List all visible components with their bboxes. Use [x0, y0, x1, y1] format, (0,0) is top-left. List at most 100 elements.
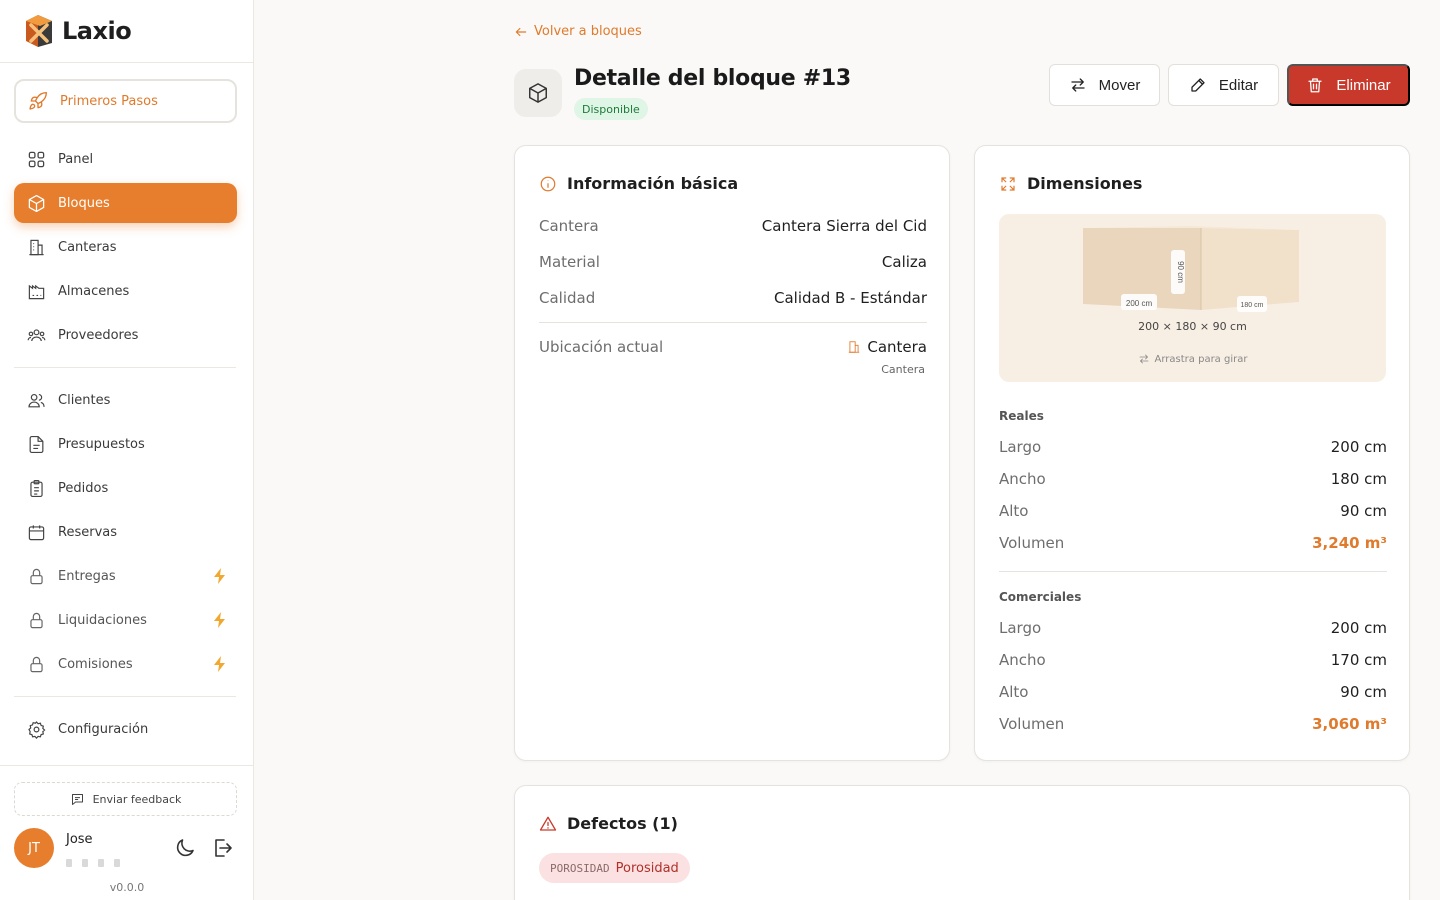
dim-value: 90 cm	[1340, 683, 1387, 701]
dim-label: Volumen	[999, 534, 1065, 552]
sidebar-item-almacenes[interactable]: Almacenes	[14, 271, 237, 311]
location-subtext: Cantera	[881, 363, 925, 376]
grid-icon	[26, 149, 46, 169]
page-title: Detalle del bloque #13	[574, 66, 851, 91]
sidebar-item-label: Canteras	[58, 239, 117, 255]
dim-row-com-volumen: Volumen 3,060 m³	[999, 713, 1387, 735]
sidebar-item-comisiones[interactable]: Comisiones	[14, 644, 237, 684]
dim-label: Largo	[999, 619, 1042, 637]
dim-label: Largo	[999, 438, 1042, 456]
first-steps-button[interactable]: Primeros Pasos	[14, 79, 237, 123]
front-dimension-label: 200 cm	[1126, 299, 1153, 308]
brand-name: Laxio	[62, 17, 132, 45]
drag-hint: Arrastra para girar	[999, 353, 1386, 365]
dimensions-title: Dimensiones	[999, 174, 1142, 193]
sidebar-item-clientes[interactable]: Clientes	[14, 380, 237, 420]
lock-icon	[26, 566, 46, 586]
sidebar-item-reservas[interactable]: Reservas	[14, 512, 237, 552]
bolt-icon	[214, 656, 225, 672]
sidebar-item-pedidos[interactable]: Pedidos	[14, 468, 237, 508]
info-label: Cantera	[539, 217, 599, 235]
sidebar-item-label: Reservas	[58, 524, 117, 540]
avatar[interactable]: JT	[14, 828, 54, 868]
divider	[539, 322, 927, 323]
users-group-icon	[26, 325, 46, 345]
sidebar-item-panel[interactable]: Panel	[14, 139, 237, 179]
dim-value: 200 cm	[1330, 438, 1387, 456]
sidebar-divider	[14, 696, 236, 697]
block-icon	[514, 69, 562, 117]
sidebar-item-label: Almacenes	[58, 283, 130, 299]
trash-icon	[1308, 78, 1323, 93]
info-row-location: Ubicación actual Cantera	[539, 336, 927, 358]
sidebar-item-liquidaciones[interactable]: Liquidaciones	[14, 600, 237, 640]
sidebar-item-label: Bloques	[58, 195, 110, 211]
lock-icon	[26, 610, 46, 630]
sidebar-divider	[0, 765, 254, 766]
volume-value: 3,240 m³	[1312, 534, 1387, 552]
defect-chip[interactable]: POROSIDAD Porosidad	[539, 853, 690, 883]
sidebar-item-configuracion[interactable]: Configuración	[14, 709, 237, 749]
sidebar-item-label: Proveedores	[58, 327, 139, 343]
side-dimension-label: 180 cm	[1241, 302, 1264, 309]
sidebar-item-presupuestos[interactable]: Presupuestos	[14, 424, 237, 464]
sidebar-item-label: Panel	[58, 151, 94, 167]
block-3d-preview[interactable]: 200 cm 180 cm 90 cm 200 × 180 × 90 cm Ar…	[999, 214, 1386, 382]
users-icon	[26, 390, 46, 410]
clipboard-icon	[26, 478, 46, 498]
info-value: Caliza	[881, 253, 927, 271]
location-value-text: Cantera	[867, 338, 927, 356]
dim-row-real-volumen: Volumen 3,240 m³	[999, 532, 1387, 554]
drag-hint-text: Arrastra para girar	[1154, 353, 1248, 365]
dim-row-real-ancho: Ancho 180 cm	[999, 468, 1387, 490]
chat-icon	[71, 793, 83, 805]
sidebar-item-bloques[interactable]: Bloques	[14, 183, 237, 223]
edit-button[interactable]: Editar	[1168, 64, 1279, 106]
dimensions-caption: 200 × 180 × 90 cm	[1138, 320, 1247, 333]
move-button[interactable]: Mover	[1049, 64, 1160, 106]
sidebar-item-entregas[interactable]: Entregas	[14, 556, 237, 596]
sidebar-item-proveedores[interactable]: Proveedores	[14, 315, 237, 355]
delete-button[interactable]: Eliminar	[1287, 64, 1410, 106]
feedback-button[interactable]: Enviar feedback	[14, 782, 237, 816]
brand-logo[interactable]: Laxio	[22, 14, 132, 48]
app-version: v0.0.0	[109, 881, 145, 894]
info-value: Calidad B - Estándar	[774, 289, 927, 307]
cube-icon	[26, 193, 46, 213]
expand-icon	[1001, 176, 1015, 191]
bolt-icon	[214, 612, 225, 628]
basic-info-title-text: Información básica	[567, 174, 739, 193]
warning-icon	[539, 816, 557, 831]
info-label: Calidad	[539, 289, 596, 307]
warehouse-icon	[26, 281, 46, 301]
dim-row-com-largo: Largo 200 cm	[999, 617, 1387, 639]
delete-label: Eliminar	[1336, 76, 1391, 94]
info-label: Material	[539, 253, 600, 271]
logout-icon[interactable]	[210, 836, 234, 860]
rocket-icon	[29, 91, 47, 110]
dim-value: 180 cm	[1330, 470, 1387, 488]
volume-value: 3,060 m³	[1312, 715, 1387, 733]
back-label: Volver a bloques	[534, 24, 642, 39]
dim-value: 170 cm	[1330, 651, 1387, 669]
bolt-icon	[214, 568, 225, 584]
dimensions-card: Dimensiones 200 cm 180 cm 90 cm 200 × 18…	[974, 145, 1410, 761]
sidebar-item-label: Pedidos	[58, 480, 109, 496]
sidebar-item-canteras[interactable]: Canteras	[14, 227, 237, 267]
back-link[interactable]: Volver a bloques	[514, 24, 642, 39]
dim-label: Alto	[999, 683, 1029, 701]
sidebar-divider	[0, 62, 254, 63]
sidebar-item-label: Comisiones	[58, 656, 133, 672]
building-icon	[849, 341, 860, 353]
sidebar-item-label: Entregas	[58, 568, 116, 584]
pencil-icon	[1191, 78, 1205, 92]
info-row-cantera: Cantera Cantera Sierra del Cid	[539, 215, 927, 237]
laxio-logo-icon	[26, 15, 52, 47]
moon-icon[interactable]	[173, 836, 197, 860]
feedback-label: Enviar feedback	[92, 792, 182, 806]
basic-info-card: Información básica Cantera Cantera Sierr…	[514, 145, 950, 761]
first-steps-label: Primeros Pasos	[60, 93, 158, 109]
dim-row-real-largo: Largo 200 cm	[999, 436, 1387, 458]
dim-value: 200 cm	[1330, 619, 1387, 637]
user-email-redacted	[66, 852, 146, 867]
